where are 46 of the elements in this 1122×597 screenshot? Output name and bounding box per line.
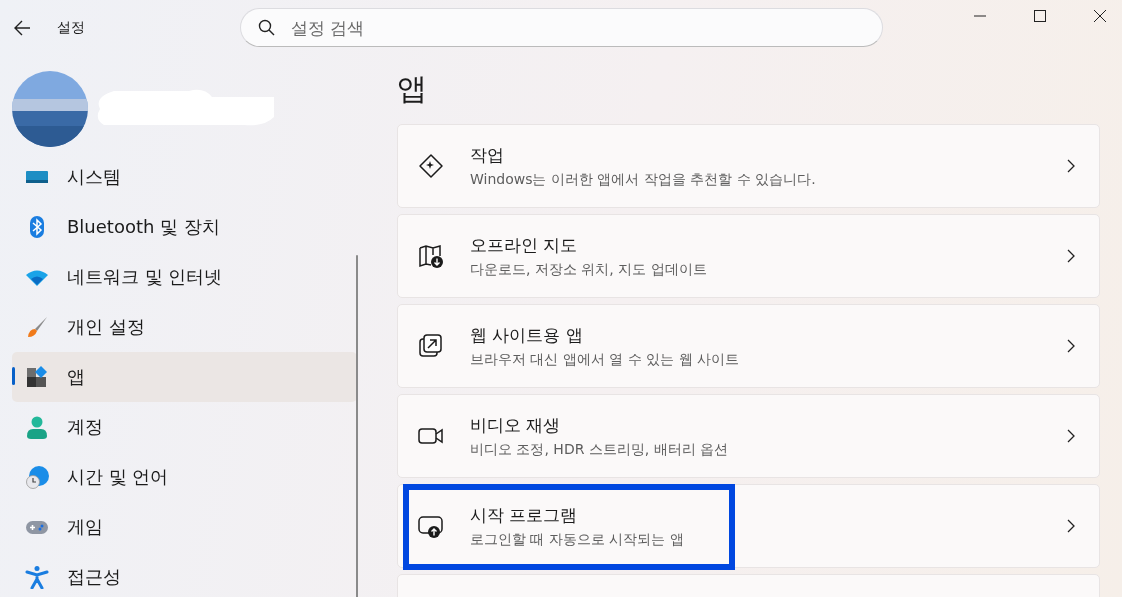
maximize-icon[interactable] (1034, 10, 1046, 22)
settings-card[interactable]: 웹 사이트용 앱 브라우저 대신 앱에서 열 수 있는 웹 사이트 (397, 304, 1100, 388)
sparkle-icon (418, 153, 444, 179)
page-title: 앱 (397, 70, 428, 108)
settings-card[interactable]: 비디오 재생 비디오 조정, HDR 스트리밍, 배터리 옵션 (397, 394, 1100, 478)
settings-card[interactable]: 시작 프로그램 로그인할 때 자동으로 시작되는 앱 (397, 484, 1100, 568)
card-description: 다운로드, 저장소 위치, 지도 업데이트 (470, 260, 708, 279)
sidebar-item[interactable]: 시스템 (12, 152, 357, 202)
search-field[interactable]: 설정 검색 (240, 8, 883, 47)
globe-clock-icon (25, 465, 49, 489)
person-icon (25, 415, 49, 439)
search-input[interactable]: 설정 검색 (289, 16, 882, 39)
chevron-icon (1067, 159, 1075, 173)
chevron-icon (1067, 249, 1075, 263)
settings-card[interactable]: 오프라인 지도 다운로드, 저장소 위치, 지도 업데이트 (397, 214, 1100, 298)
sidebar-item[interactable]: 시간 및 언어 (12, 452, 357, 502)
card-description: 브라우저 대신 앱에서 열 수 있는 웹 사이트 (470, 350, 741, 369)
sidebar-item[interactable]: 게임 (12, 502, 357, 552)
sidebar-item[interactable]: 네트워크 및 인터넷 (12, 252, 357, 302)
person-figure-icon (25, 565, 49, 589)
settings-card[interactable]: 작업 Windows는 이러한 앱에서 작업을 추천할 수 있습니다. (397, 124, 1100, 208)
card-description: 비디오 조정, HDR 스트리밍, 배터리 옵션 (470, 440, 730, 459)
card-title: 웹 사이트용 앱 (470, 323, 584, 347)
search-icon (258, 19, 275, 36)
sidebar-item[interactable]: Bluetooth 및 장치 (12, 202, 357, 252)
window-title: 설정 (57, 18, 85, 37)
card-title: 작업 (470, 143, 505, 167)
card-title: 비디오 재생 (470, 413, 562, 437)
sidebar-item[interactable]: 접근성 (12, 552, 357, 597)
apps-icon (25, 365, 49, 389)
card-description: Windows는 이러한 앱에서 작업을 추천할 수 있습니다. (470, 170, 817, 189)
chevron-icon (1067, 429, 1075, 443)
chevron-icon (1067, 519, 1075, 533)
close-icon[interactable] (1094, 10, 1106, 22)
card-title: 시작 프로그램 (470, 503, 579, 527)
scrollbar[interactable] (356, 255, 358, 597)
sidebar-item[interactable]: 개인 설정 (12, 302, 357, 352)
map-icon (418, 243, 444, 269)
sidebar-item[interactable]: 앱 (12, 352, 357, 402)
open-window-icon (418, 333, 444, 359)
card-title: 오프라인 지도 (470, 233, 579, 257)
card-description: 로그인할 때 자동으로 시작되는 앱 (470, 530, 685, 549)
sidebar-item[interactable]: 계정 (12, 402, 357, 452)
window-arrow-icon (418, 513, 444, 539)
chevron-icon (1067, 339, 1075, 353)
back-icon[interactable] (13, 19, 31, 36)
